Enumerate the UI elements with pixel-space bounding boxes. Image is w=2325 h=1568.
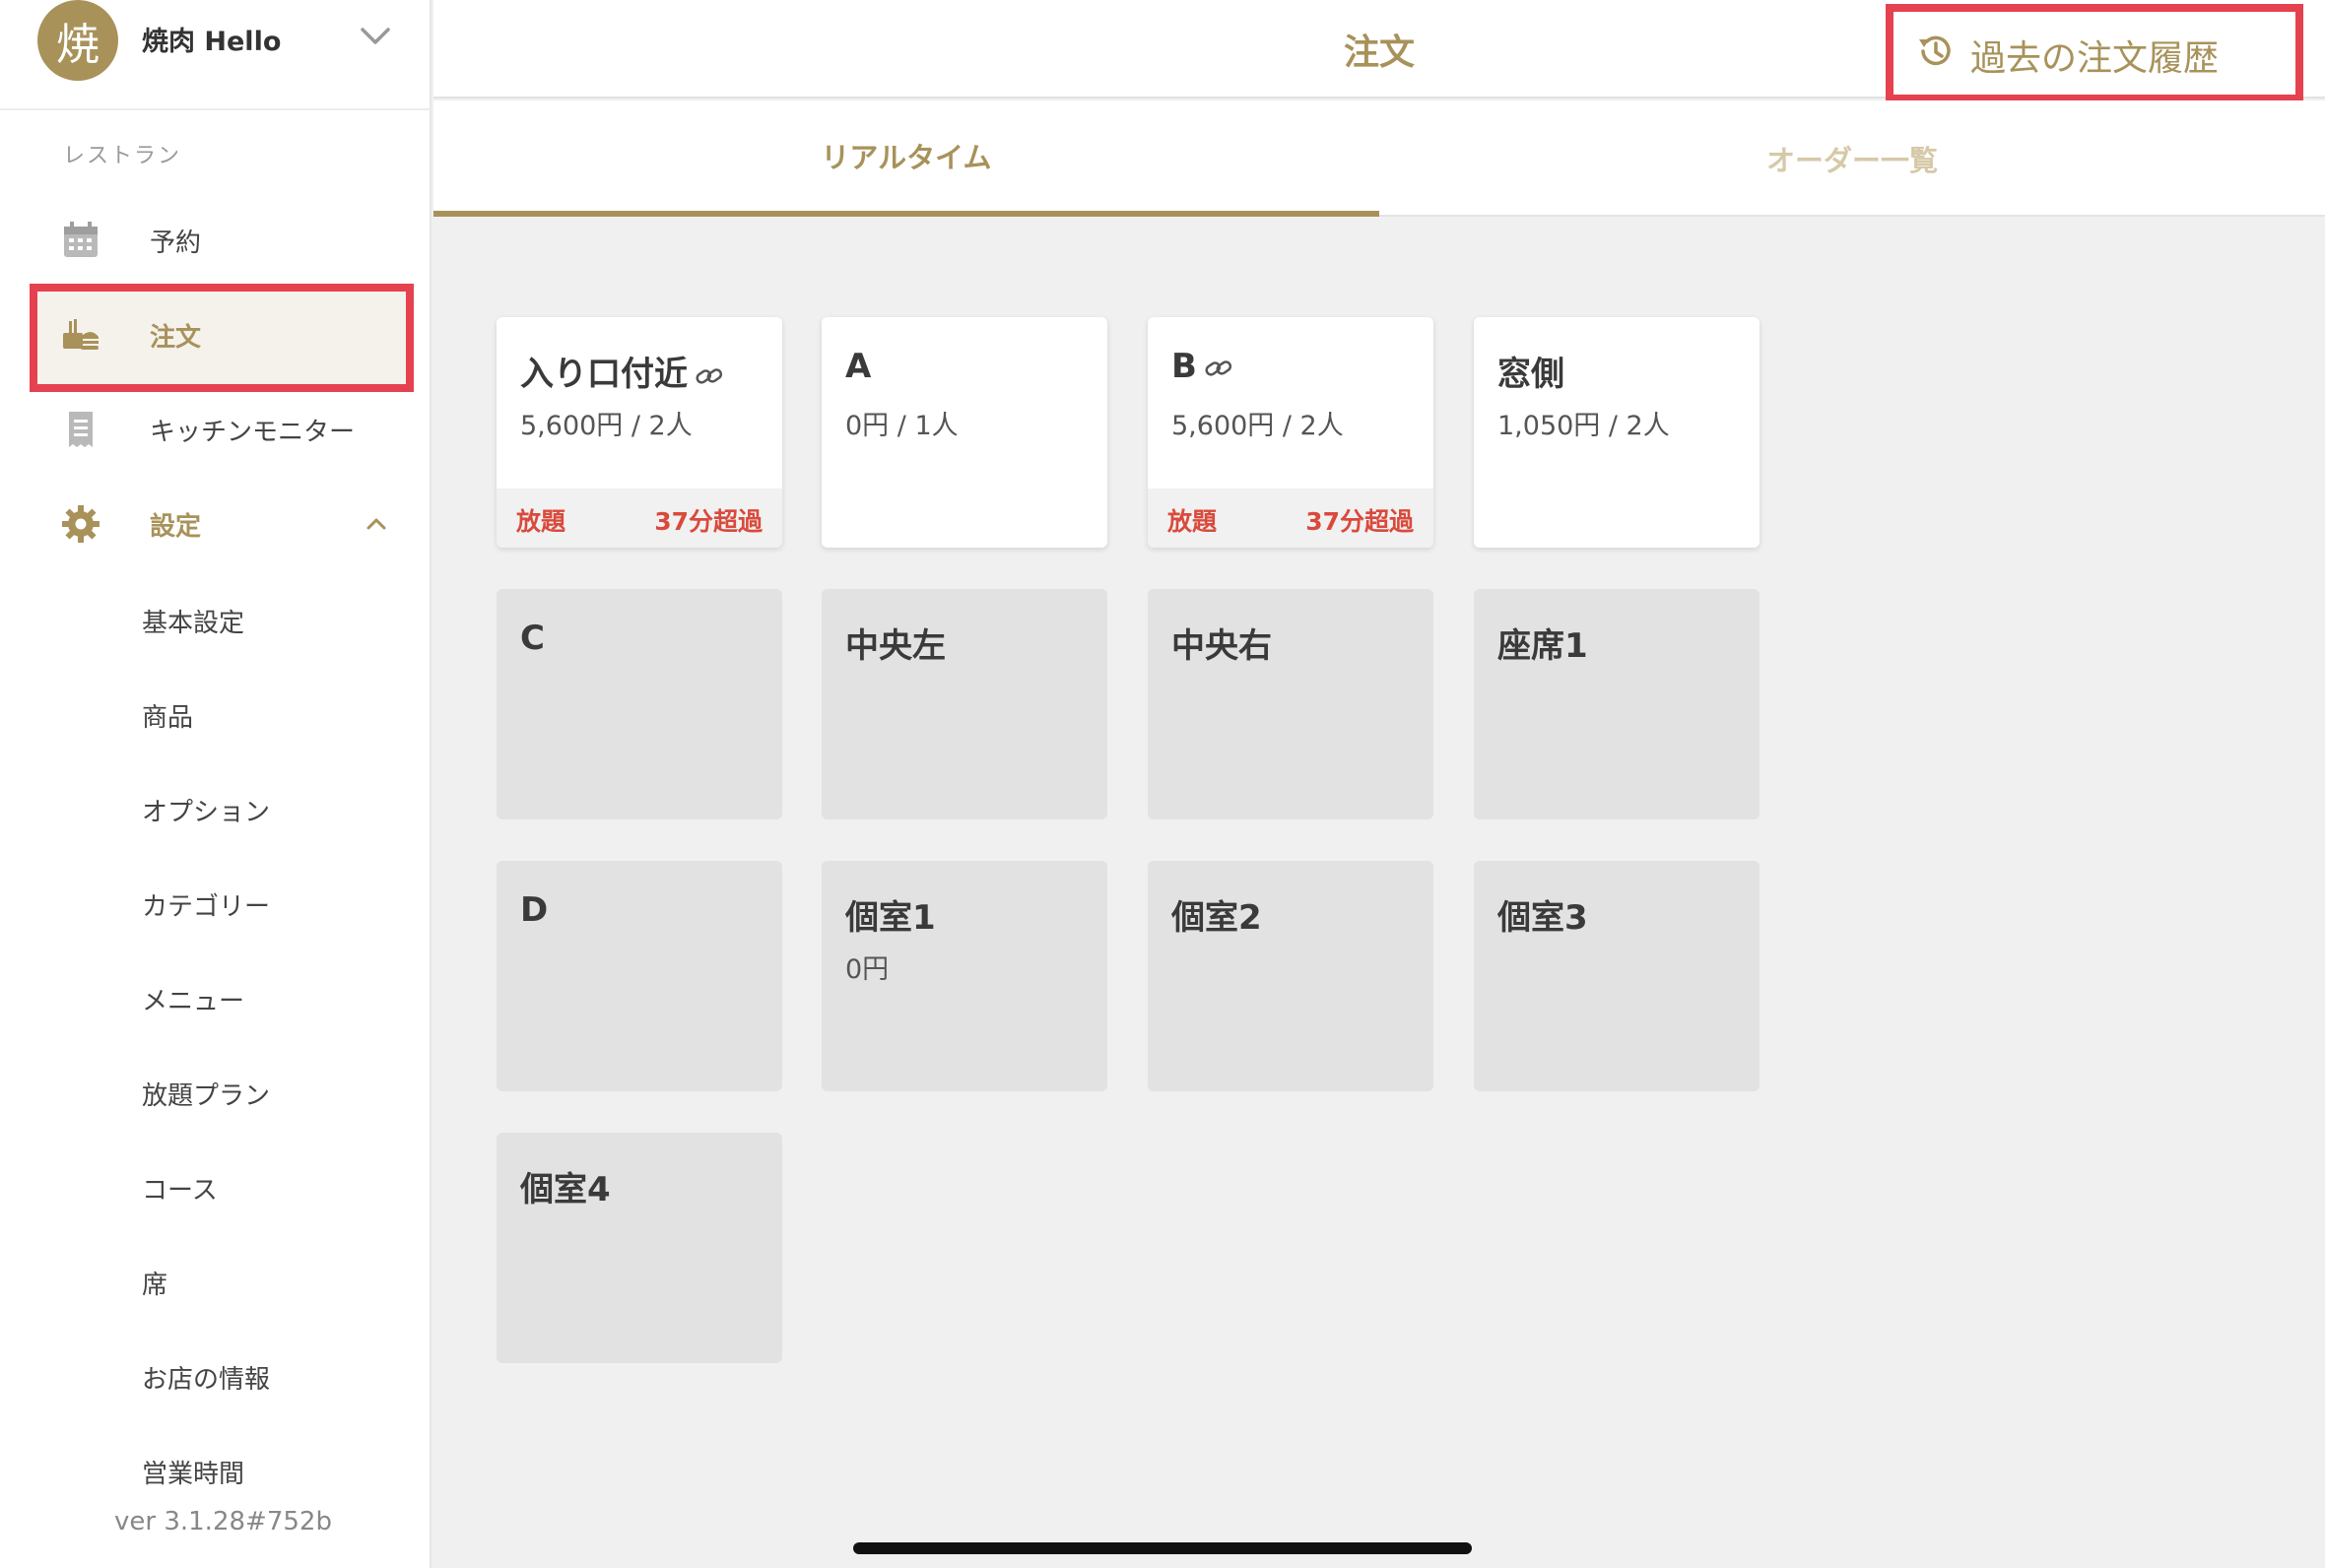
- overtime-status: 37分超過: [654, 507, 763, 536]
- table-card[interactable]: C: [497, 589, 782, 819]
- settings-categories[interactable]: カテゴリー: [142, 886, 270, 923]
- table-name: B: [1171, 347, 1234, 386]
- avatar: 焼: [37, 0, 118, 81]
- table-info: 0円: [845, 954, 890, 985]
- settings-course[interactable]: コース: [142, 1170, 218, 1207]
- table-card[interactable]: A 0円 / 1人: [822, 317, 1107, 548]
- settings-business-hours[interactable]: 営業時間: [142, 1454, 244, 1490]
- table-card[interactable]: 個室1 0円: [822, 861, 1107, 1091]
- settings-seats[interactable]: 席: [142, 1265, 167, 1301]
- sidebar-item-kitchen-monitor[interactable]: キッチンモニター: [30, 380, 412, 479]
- order-history-button[interactable]: 過去の注文履歴: [1886, 8, 2268, 95]
- settings-all-you-can-plan[interactable]: 放題プラン: [142, 1076, 270, 1112]
- settings-products[interactable]: 商品: [142, 697, 193, 734]
- table-card[interactable]: 個室3: [1474, 861, 1760, 1091]
- account-name: 焼肉 Hello: [142, 27, 282, 57]
- account-switcher[interactable]: 焼 焼肉 Hello: [0, 0, 432, 110]
- table-info: 5,600円 / 2人: [1171, 411, 1344, 441]
- settings-shop-info[interactable]: お店の情報: [142, 1359, 270, 1396]
- table-card[interactable]: B 5,600円 / 2人 放題 37分超過: [1148, 317, 1433, 548]
- sidebar-item-settings[interactable]: 設定: [30, 475, 412, 573]
- table-card[interactable]: 中央左: [822, 589, 1107, 819]
- table-name: C: [520, 619, 545, 658]
- sidebar-item-label: キッチンモニター: [150, 417, 356, 447]
- sidebar-item-label: 設定: [150, 511, 202, 542]
- table-card[interactable]: 中央右: [1148, 589, 1433, 819]
- table-name: 中央右: [1171, 626, 1272, 666]
- plan-tag: 放題: [1167, 507, 1218, 536]
- gear-icon: [62, 505, 100, 543]
- table-card[interactable]: 窓側 1,050円 / 2人: [1474, 317, 1760, 548]
- table-status-bar: 放題 37分超過: [1148, 489, 1433, 548]
- home-indicator: [853, 1542, 1472, 1554]
- chevron-up-icon[interactable]: [363, 512, 390, 536]
- calendar-icon: [64, 222, 98, 257]
- settings-basic[interactable]: 基本設定: [142, 603, 244, 639]
- table-card[interactable]: 個室4: [497, 1133, 782, 1363]
- table-name: 座席1: [1497, 626, 1588, 666]
- table-name: 窓側: [1497, 355, 1564, 394]
- sidebar-item-label: 予約: [150, 228, 202, 258]
- table-name: D: [520, 890, 549, 930]
- table-info: 0円 / 1人: [845, 411, 959, 441]
- version-label: ver 3.1.28#752b: [114, 1507, 332, 1536]
- table-name: A: [845, 347, 872, 386]
- sidebar-item-reservation[interactable]: 予約: [30, 191, 412, 290]
- tab-bar: リアルタイム オーダー一覧: [433, 100, 2325, 217]
- table-card[interactable]: 個室2: [1148, 861, 1433, 1091]
- table-name: 入り口付近: [520, 347, 725, 395]
- overtime-status: 37分超過: [1305, 507, 1414, 536]
- top-header: 注文 過去の注文履歴: [433, 0, 2325, 98]
- table-info: 1,050円 / 2人: [1497, 411, 1670, 441]
- app-root: 焼 焼肉 Hello レストラン 予約 注文 キッチンモニター 設定 基本設定 …: [0, 0, 2325, 1568]
- sidebar: 焼 焼肉 Hello レストラン 予約 注文 キッチンモニター 設定 基本設定 …: [0, 0, 432, 1568]
- table-name: 個室3: [1497, 898, 1588, 938]
- tab-realtime[interactable]: リアルタイム: [433, 100, 1379, 217]
- history-icon: [1919, 35, 1951, 66]
- table-name: 中央左: [845, 626, 946, 666]
- section-label: レストラン: [63, 144, 182, 168]
- chevron-down-icon[interactable]: [357, 22, 394, 51]
- table-name: 個室2: [1171, 898, 1262, 938]
- link-icon: [696, 367, 723, 384]
- sidebar-item-label: 注文: [150, 322, 202, 353]
- order-tray-icon: [63, 319, 99, 350]
- table-name: 個室4: [520, 1170, 611, 1209]
- table-status-bar: 放題 37分超過: [497, 489, 782, 548]
- order-history-label: 過去の注文履歴: [1970, 38, 2220, 79]
- plan-tag: 放題: [516, 507, 566, 536]
- link-icon: [1205, 359, 1232, 376]
- settings-menu[interactable]: メニュー: [142, 981, 244, 1017]
- table-info: 5,600円 / 2人: [520, 411, 693, 441]
- tab-order-list[interactable]: オーダー一覧: [1379, 100, 2325, 217]
- table-card[interactable]: D: [497, 861, 782, 1091]
- table-card[interactable]: 入り口付近 5,600円 / 2人 放題 37分超過: [497, 317, 782, 548]
- sidebar-item-order[interactable]: 注文: [30, 286, 412, 384]
- settings-options[interactable]: オプション: [142, 792, 270, 828]
- receipt-icon: [69, 412, 93, 447]
- table-name: 個室1: [845, 898, 936, 938]
- table-card[interactable]: 座席1: [1474, 589, 1760, 819]
